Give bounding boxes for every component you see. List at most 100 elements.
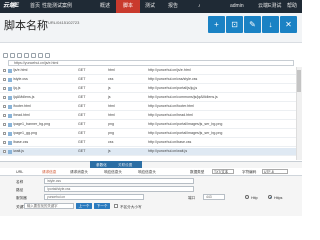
- copy-icon[interactable]: ⊡: [226, 16, 243, 33]
- row-name: /base.css: [13, 140, 29, 144]
- row-url: http://yuncehui.cn/portal/images/js_ser_…: [148, 122, 223, 126]
- port-input[interactable]: 443: [203, 194, 225, 200]
- paste-row-icon[interactable]: [17, 53, 22, 58]
- move-down-icon[interactable]: [38, 53, 43, 58]
- server-input[interactable]: yuncehui.cn: [44, 194, 144, 200]
- table-row-selected[interactable]: /wait.js GET js http://yuncehui.cn/wait.js: [0, 148, 302, 156]
- row-checkbox[interactable]: [3, 105, 6, 108]
- data-type-select[interactable]: TXT/文本: [212, 169, 234, 174]
- prev-match-button[interactable]: 上一个: [76, 203, 92, 209]
- cloud-test-link[interactable]: 云端E测试: [258, 0, 281, 13]
- row-checkbox[interactable]: [3, 123, 6, 126]
- nav-report[interactable]: 报告: [168, 0, 182, 13]
- subtab-response-headers[interactable]: 响应信息头: [104, 169, 122, 175]
- port-label: 端口: [188, 196, 196, 200]
- row-name: /jqAMdlens.js: [13, 95, 35, 99]
- app-logo[interactable]: 云端E: [3, 2, 26, 11]
- encoding-select[interactable]: UTF-8: [262, 169, 288, 174]
- file-icon: [8, 141, 12, 145]
- file-icon: [8, 78, 12, 82]
- delete-icon[interactable]: ✕: [280, 16, 297, 33]
- file-icon: [8, 114, 12, 118]
- next-match-button[interactable]: 下一个: [94, 203, 110, 209]
- subtab-request-info[interactable]: 请求信息: [42, 169, 56, 175]
- table-row[interactable]: /base.css GET css http://yuncehui.cn/base.c…: [0, 139, 302, 147]
- row-url: http://yuncehui.cn/head.html: [148, 113, 193, 117]
- table-row[interactable]: /jq.js GET js http://yuncehui.cn/portal/js/…: [0, 85, 302, 93]
- row-checkbox[interactable]: [3, 114, 6, 117]
- row-name: /wait.js: [13, 149, 24, 153]
- select-all-icon[interactable]: [3, 53, 8, 58]
- table-row[interactable]: /style.css GET css http://yuncehui.cn/css/s…: [0, 76, 302, 84]
- row-url: http://yuncehui.cn/footer.html: [148, 104, 194, 108]
- subtab-response-info[interactable]: 响应信息头: [138, 169, 156, 175]
- row-checkbox[interactable]: [3, 78, 6, 81]
- edit-icon[interactable]: ✎: [244, 16, 261, 33]
- row-type: js: [108, 95, 111, 99]
- row-method: GET: [78, 113, 86, 117]
- delete-row-icon[interactable]: [24, 53, 29, 58]
- server-label: 服务器: [16, 196, 27, 200]
- table-row[interactable]: /js/e.html GET html http://yuncehui.cn/js/e…: [0, 67, 302, 75]
- subtab-url[interactable]: URL: [16, 169, 23, 175]
- row-checkbox[interactable]: [3, 150, 6, 153]
- nav-overview[interactable]: 概述: [100, 0, 114, 13]
- address-bar[interactable]: https://yuncehui.cn/js/e.html: [8, 60, 294, 66]
- filter-icon[interactable]: [45, 53, 50, 58]
- case-insensitive-checkbox[interactable]: [114, 204, 118, 208]
- row-url: http://yuncehui.cn/portal/js/jq.js: [148, 86, 198, 90]
- file-icon: [8, 150, 12, 154]
- row-checkbox[interactable]: [3, 87, 6, 90]
- protocol-http-radio[interactable]: [245, 195, 249, 199]
- table-row[interactable]: /footer.html GET html http://yuncehui.cn/fo…: [0, 103, 302, 111]
- table-row[interactable]: /page1_banner_bg.png GET png http://yuncehu…: [0, 121, 302, 129]
- row-checkbox[interactable]: [3, 132, 6, 135]
- nav-home[interactable]: 首页: [30, 0, 40, 13]
- list-scrollbar-thumb[interactable]: [297, 70, 301, 92]
- image-icon: [8, 132, 12, 136]
- help-link[interactable]: 帮助: [287, 0, 297, 13]
- row-type: png: [108, 131, 114, 135]
- subtab-request-headers[interactable]: 请求消息头: [70, 169, 88, 175]
- row-method: GET: [78, 149, 86, 153]
- row-type: css: [108, 77, 114, 81]
- row-type: png: [108, 122, 114, 126]
- row-method: GET: [78, 131, 86, 135]
- bell-icon[interactable]: ♪: [198, 0, 201, 13]
- download-icon[interactable]: ↓: [262, 16, 279, 33]
- table-row[interactable]: /page1_gg.png GET png http://yuncehui.cn/po…: [0, 130, 302, 138]
- row-url: http://yuncehui.cn/js/e.html: [148, 68, 191, 72]
- name-input[interactable]: /style.css: [44, 178, 194, 184]
- copy-row-icon[interactable]: [10, 53, 15, 58]
- table-row[interactable]: /head.html GET html http://yuncehui.cn/head…: [0, 112, 302, 120]
- row-checkbox[interactable]: [3, 69, 6, 72]
- row-method: GET: [78, 86, 86, 90]
- nav-test[interactable]: 测试: [145, 0, 159, 13]
- path-input[interactable]: /portal/style.css: [44, 186, 194, 192]
- row-method: GET: [78, 95, 86, 99]
- nav-script[interactable]: 脚本: [116, 0, 140, 13]
- row-url: http://yuncehui.cn/commons/js/jqAMdlens.…: [148, 95, 218, 99]
- keyword-search-input[interactable]: 输入要查找的关键字: [24, 203, 74, 209]
- data-type-label: 数据类型: [190, 170, 205, 174]
- nav-case[interactable]: 性能测试案例: [42, 0, 76, 13]
- row-type: html: [108, 113, 115, 117]
- move-up-icon[interactable]: [31, 53, 36, 58]
- row-checkbox[interactable]: [3, 141, 6, 144]
- row-url: http://yuncehui.cn/portal/images/js_ser_…: [148, 131, 223, 135]
- row-method: GET: [78, 140, 86, 144]
- protocol-https-radio[interactable]: [268, 195, 272, 199]
- encoding-label: 字符编码: [242, 170, 257, 174]
- script-url: URL/0415102723: [48, 20, 80, 25]
- table-row[interactable]: /jqAMdlens.js GET js http://yuncehui.cn/com…: [0, 94, 302, 102]
- row-type: js: [108, 149, 111, 153]
- row-type: css: [108, 140, 114, 144]
- add-icon[interactable]: +: [208, 16, 225, 33]
- row-method: GET: [78, 68, 86, 72]
- user-name[interactable]: admin: [230, 0, 244, 13]
- row-url: http://yuncehui.cn/css/style.css: [148, 77, 198, 81]
- protocol-https-label: Https: [274, 196, 283, 200]
- row-checkbox[interactable]: [3, 96, 6, 99]
- row-name: /style.css: [13, 77, 28, 81]
- row-type: html: [108, 104, 115, 108]
